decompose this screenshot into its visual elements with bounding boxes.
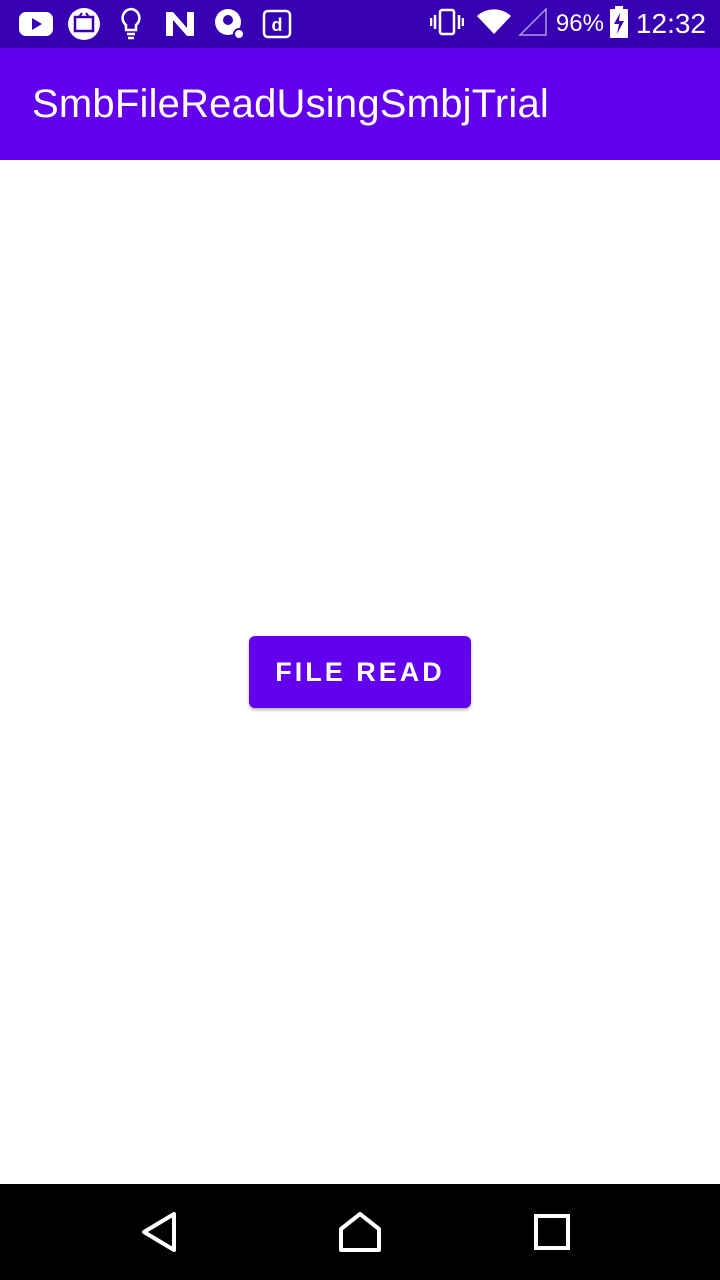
wifi-icon bbox=[476, 8, 512, 40]
home-icon[interactable] bbox=[336, 1208, 384, 1256]
n-app-icon bbox=[162, 6, 198, 42]
signal-icon bbox=[518, 7, 548, 41]
back-icon[interactable] bbox=[136, 1208, 184, 1256]
navigation-bar bbox=[0, 1184, 720, 1280]
file-read-button[interactable]: FILE READ bbox=[249, 636, 471, 708]
battery-percent: 96% bbox=[555, 10, 604, 37]
app-title: SmbFileReadUsingSmbjTrial bbox=[32, 82, 550, 126]
sync-app-icon bbox=[212, 6, 248, 42]
status-bar: d 96% 12:32 bbox=[0, 0, 720, 48]
clock: 12:32 bbox=[635, 8, 706, 39]
battery-charging-icon bbox=[609, 6, 628, 42]
svg-text:d: d bbox=[272, 15, 283, 35]
vibrate-icon bbox=[429, 7, 465, 41]
system-status-group: 96% 12:32 bbox=[429, 0, 706, 48]
recents-icon[interactable] bbox=[528, 1208, 576, 1256]
bulb-icon bbox=[116, 6, 146, 42]
youtube-icon bbox=[18, 6, 54, 42]
d-app-icon: d bbox=[260, 6, 294, 42]
tv-icon bbox=[66, 6, 102, 42]
app-bar: SmbFileReadUsingSmbjTrial bbox=[0, 48, 720, 160]
main-content: FILE READ bbox=[0, 160, 720, 1184]
